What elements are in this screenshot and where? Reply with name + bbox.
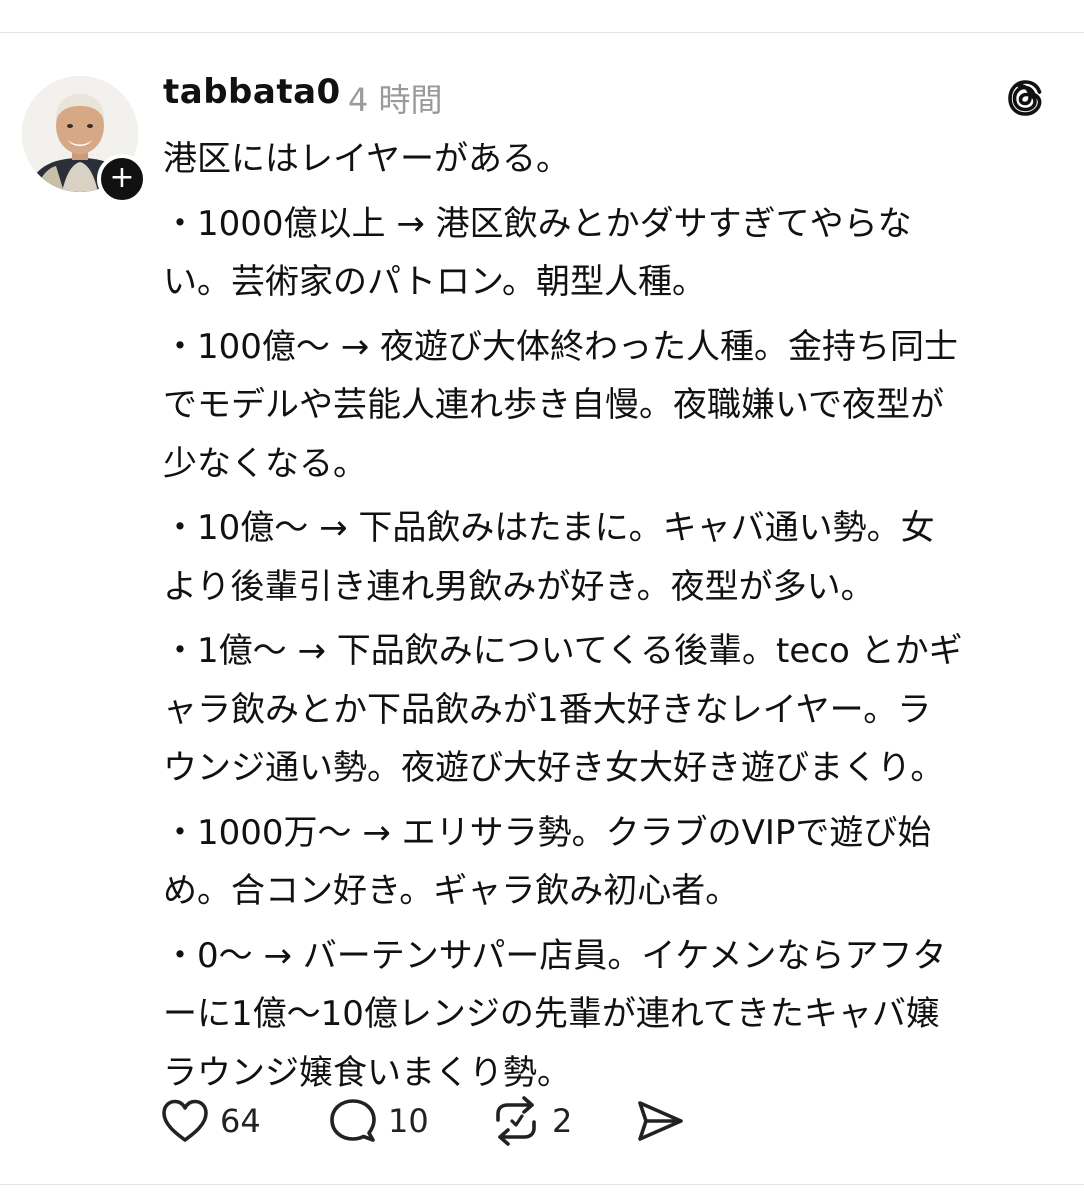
repost-icon — [496, 1096, 536, 1146]
plus-icon: + — [109, 159, 135, 195]
like-button[interactable]: 64 — [160, 1094, 261, 1148]
post-line: 港区にはレイヤーがある。 — [163, 139, 570, 179]
post-line: い。芸術家のパトロン。朝型人種。 — [163, 262, 706, 302]
post-line: ーに1億〜10億レンジの先輩が連れてきたキャバ嬢 — [163, 994, 940, 1034]
send-icon — [638, 1101, 683, 1141]
reply-button[interactable]: 10 — [328, 1094, 429, 1148]
post-line: め。合コン好き。ギャラ飲み初心者。 — [163, 871, 740, 911]
post-text: 港区にはレイヤーがある。 ・1000億以上 → 港区飲みとかダサすぎてやらな い… — [163, 130, 1063, 1102]
share-button[interactable] — [634, 1094, 686, 1148]
top-divider — [0, 32, 1084, 33]
reply-count: 10 — [388, 1102, 429, 1140]
username[interactable]: tabbata0 — [163, 72, 341, 112]
post-line: ・100億〜 → 夜遊び大体終わった人種。金持ち同士 — [163, 326, 958, 367]
post-line: ・0〜 → バーテンサパー店員。イケメンならアフタ — [163, 935, 947, 976]
like-count: 64 — [220, 1102, 261, 1140]
post-line: ・10億〜 → 下品飲みはたまに。キャバ通い勢。女 — [163, 508, 935, 548]
follow-button[interactable]: + — [97, 154, 147, 204]
post-line: ・1000億以上 → 港区飲みとかダサすぎてやらな — [163, 203, 912, 244]
repost-count: 2 — [552, 1102, 573, 1140]
bottom-divider — [0, 1184, 1084, 1185]
post-line: ・1億〜 → 下品飲みについてくる後輩。teco とかギ — [163, 631, 963, 671]
post-line: でモデルや芸能人連れ歩き自慢。夜職嫌いで夜型が — [163, 385, 944, 425]
comment-icon — [330, 1099, 376, 1142]
post-line: ウンジ通い勢。夜遊び大好き女大好き遊びまくり。 — [163, 748, 945, 788]
post-line: 少なくなる。 — [163, 443, 367, 484]
heart-icon — [162, 1099, 208, 1142]
threads-logo-icon[interactable] — [1004, 76, 1048, 120]
repost-button[interactable]: 2 — [490, 1094, 572, 1148]
post-line: ャラ飲みとか下品飲みが1番大好きなレイヤー。ラ — [163, 689, 932, 730]
timestamp: 4 時間 — [348, 81, 443, 119]
post-line: より後輩引き連れ男飲みが好き。夜型が多い。 — [163, 566, 875, 607]
post-line: ・1000万〜 → エリサラ勢。クラブのVIPで遊び始 — [163, 812, 932, 853]
post-line: ラウンジ嬢食いまくり勢。 — [163, 1052, 571, 1093]
